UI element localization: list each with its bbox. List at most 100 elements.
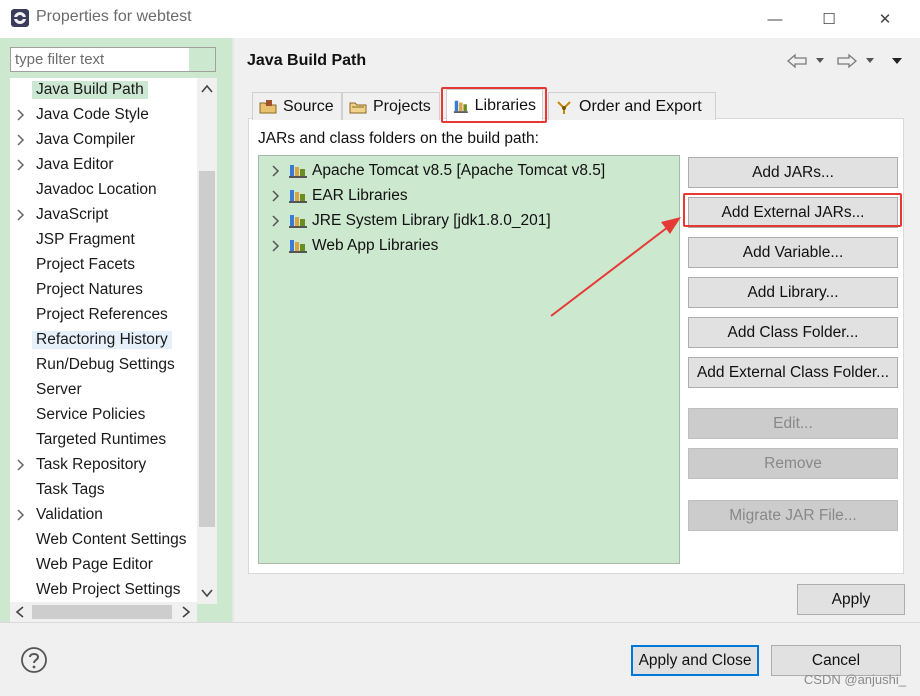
- tree-item-label: Web Content Settings: [36, 531, 187, 548]
- chevron-right-icon[interactable]: [270, 188, 282, 204]
- tab-order-and-export[interactable]: Order and Export: [548, 92, 716, 120]
- maximize-button[interactable]: ☐: [806, 0, 852, 38]
- order-export-icon: [557, 100, 571, 114]
- tree-item[interactable]: Javadoc Location: [10, 178, 198, 203]
- scroll-left-icon[interactable]: [10, 602, 30, 622]
- tree-item-label: Refactoring History: [32, 331, 172, 349]
- tree-item[interactable]: Service Policies: [10, 403, 198, 428]
- chevron-right-icon[interactable]: [14, 131, 28, 149]
- tree-item-label: Run/Debug Settings: [36, 356, 175, 373]
- library-icon: [289, 190, 307, 203]
- remove-button[interactable]: Remove: [688, 448, 898, 479]
- tree-item[interactable]: JSP Fragment: [10, 228, 198, 253]
- tree-item[interactable]: Web Project Settings: [10, 578, 198, 603]
- tree-item-label: Project Natures: [36, 281, 143, 298]
- minimize-button[interactable]: —: [752, 0, 798, 38]
- tree-item-label: Service Policies: [36, 406, 146, 423]
- help-icon[interactable]: [20, 646, 48, 674]
- watermark: CSDN @anjushi_: [803, 672, 906, 687]
- view-menu-icon[interactable]: [890, 56, 904, 66]
- tree-item[interactable]: Project Natures: [10, 278, 198, 303]
- chevron-right-icon[interactable]: [14, 506, 28, 524]
- vertical-scroll-thumb[interactable]: [199, 171, 215, 527]
- tree-item[interactable]: Validation: [10, 503, 198, 528]
- eclipse-app-icon: [11, 9, 29, 27]
- scroll-up-icon[interactable]: [197, 78, 217, 100]
- migrate-jar-button[interactable]: Migrate JAR File...: [688, 500, 898, 531]
- add-jars-button[interactable]: Add JARs...: [688, 157, 898, 188]
- tree-item-label: Task Repository: [36, 456, 147, 473]
- tree-item[interactable]: Project Facets: [10, 253, 198, 278]
- scroll-right-icon[interactable]: [176, 602, 196, 622]
- add-variable-button[interactable]: Add Variable...: [688, 237, 898, 268]
- tree-item[interactable]: Java Editor: [10, 153, 198, 178]
- page-title: Java Build Path: [247, 52, 367, 69]
- apply-and-close-button[interactable]: Apply and Close: [631, 645, 759, 676]
- tree-item[interactable]: Java Code Style: [10, 103, 198, 128]
- tree-item-label: Targeted Runtimes: [36, 431, 167, 448]
- tree-item-label: Web Page Editor: [36, 556, 153, 573]
- tree-item[interactable]: Web Content Settings: [10, 528, 198, 553]
- add-external-jars-highlight: [683, 193, 902, 227]
- back-menu-chevron-icon[interactable]: [814, 56, 826, 66]
- tab-projects-label: Projects: [373, 97, 431, 115]
- tree-item[interactable]: Refactoring History: [10, 328, 198, 353]
- filter-clear-area[interactable]: [189, 48, 215, 71]
- horizontal-scroll-thumb[interactable]: [32, 605, 172, 619]
- tree-item[interactable]: Task Tags: [10, 478, 198, 503]
- edit-button[interactable]: Edit...: [688, 408, 898, 439]
- library-icon: [289, 165, 307, 178]
- forward-menu-chevron-icon[interactable]: [864, 56, 876, 66]
- tree-item[interactable]: Targeted Runtimes: [10, 428, 198, 453]
- add-external-class-folder-button[interactable]: Add External Class Folder...: [688, 357, 898, 388]
- tree-item[interactable]: Web Page Editor: [10, 553, 198, 578]
- library-item-label: Apache Tomcat v8.5 [Apache Tomcat v8.5]: [312, 162, 606, 179]
- add-library-button[interactable]: Add Library...: [688, 277, 898, 308]
- tree-item[interactable]: Java Build Path: [10, 78, 198, 103]
- tree-item-label: JavaScript: [36, 206, 109, 223]
- chevron-right-icon[interactable]: [270, 213, 282, 229]
- tree-item[interactable]: Java Compiler: [10, 128, 198, 153]
- tree-item[interactable]: Project References: [10, 303, 198, 328]
- tree-item-label: Java Build Path: [32, 81, 148, 99]
- tab-source[interactable]: Source: [252, 92, 342, 120]
- tree-item[interactable]: Run/Debug Settings: [10, 353, 198, 378]
- tab-order-label: Order and Export: [579, 97, 702, 115]
- tree-item-label: Validation: [36, 506, 103, 523]
- library-item-label: JRE System Library [jdk1.8.0_201]: [312, 212, 551, 229]
- maximize-icon: ☐: [822, 11, 836, 28]
- add-class-folder-button[interactable]: Add Class Folder...: [688, 317, 898, 348]
- chevron-right-icon[interactable]: [270, 163, 282, 179]
- tree-item[interactable]: Task Repository: [10, 453, 198, 478]
- tree-item[interactable]: JavaScript: [10, 203, 198, 228]
- tree-item-label: Task Tags: [36, 481, 105, 498]
- tree-item-label: Server: [36, 381, 82, 398]
- tree-item[interactable]: Server: [10, 378, 198, 403]
- tree-item-label: Web Project Settings: [36, 581, 181, 598]
- window-title: Properties for webtest: [36, 8, 192, 25]
- source-folder-icon: [259, 99, 277, 113]
- apply-button[interactable]: Apply: [797, 584, 905, 615]
- chevron-right-icon[interactable]: [14, 206, 28, 224]
- chevron-right-icon[interactable]: [270, 238, 282, 254]
- chevron-right-icon[interactable]: [14, 156, 28, 174]
- library-item-label: EAR Libraries: [312, 187, 408, 204]
- projects-icon: [349, 102, 367, 113]
- minimize-icon: —: [767, 10, 783, 28]
- forward-arrow-icon[interactable]: [836, 52, 858, 70]
- tab-projects[interactable]: Projects: [342, 92, 440, 120]
- tree-item-label: JSP Fragment: [36, 231, 135, 248]
- library-icon: [289, 240, 307, 253]
- tree-item-label: Javadoc Location: [36, 181, 157, 198]
- filter-input[interactable]: [10, 47, 216, 72]
- scroll-down-icon[interactable]: [197, 582, 217, 604]
- back-arrow-icon[interactable]: [786, 52, 808, 70]
- library-icon: [289, 215, 307, 228]
- tree-item-label: Java Editor: [36, 156, 114, 173]
- chevron-right-icon[interactable]: [14, 456, 28, 474]
- build-path-label: JARs and class folders on the build path…: [258, 130, 539, 147]
- tree-item-label: Java Code Style: [36, 106, 149, 123]
- chevron-right-icon[interactable]: [14, 106, 28, 124]
- close-button[interactable]: ✕: [862, 0, 908, 38]
- tree-item-label: Project Facets: [36, 256, 136, 273]
